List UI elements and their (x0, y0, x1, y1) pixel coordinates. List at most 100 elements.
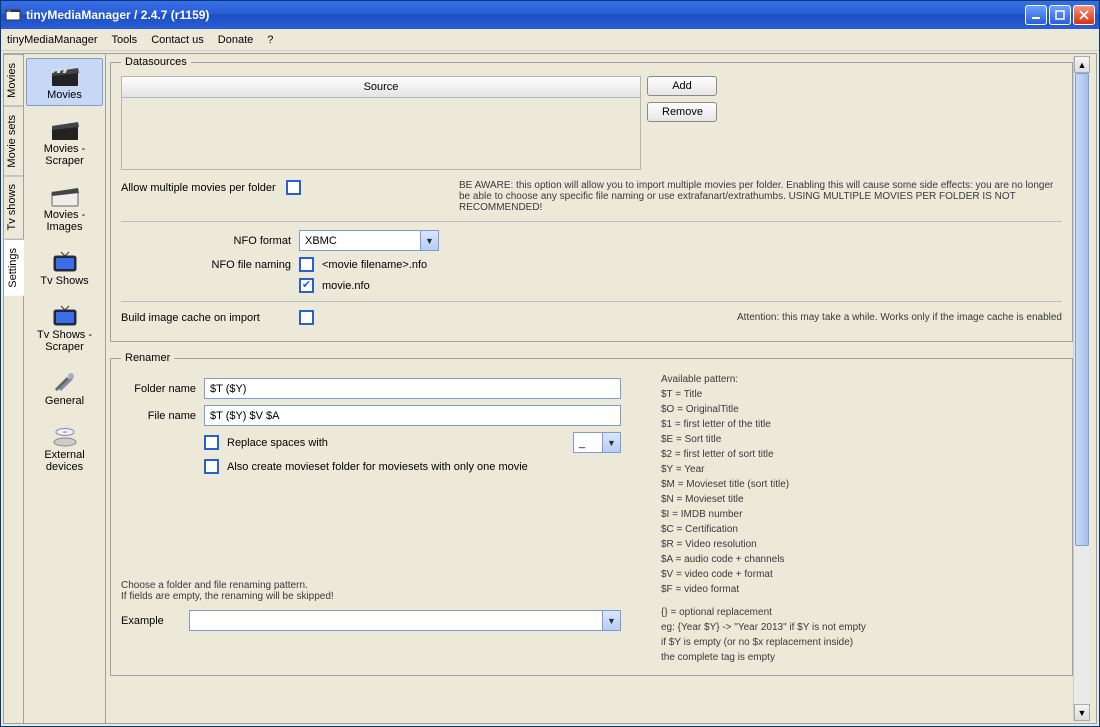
example-select[interactable]: ▼ (189, 610, 621, 631)
clapper-icon (49, 117, 81, 143)
nfo-opt1-label: <movie filename>.nfo (322, 259, 427, 271)
renamer-legend: Renamer (121, 352, 174, 364)
example-label: Example (121, 615, 181, 627)
pattern-item: $C = Certification (661, 522, 866, 537)
menubar: tinyMediaManager Tools Contact us Donate… (1, 29, 1099, 51)
tools-icon (49, 369, 81, 395)
opt-hint: the complete tag is empty (661, 650, 866, 665)
sidebar-item-movies-scraper[interactable]: Movies - Scraper (26, 112, 103, 172)
sidebar-item-movies[interactable]: Movies (26, 58, 103, 106)
cache-note: Attention: this may take a while. Works … (737, 312, 1062, 323)
titlebar: tinyMediaManager / 2.4.7 (r1159) (1, 1, 1099, 29)
tv-icon (49, 303, 81, 329)
chevron-down-icon: ▼ (602, 611, 620, 630)
nfo-opt2-checkbox[interactable] (299, 278, 314, 293)
pattern-item: $F = video format (661, 582, 866, 597)
pattern-item: $R = Video resolution (661, 537, 866, 552)
nfo-format-value: XBMC (305, 235, 337, 247)
sidebar-item-label: General (45, 395, 84, 407)
tab-tvshows[interactable]: Tv shows (4, 175, 23, 238)
scroll-down-button[interactable]: ▼ (1074, 704, 1090, 721)
allow-multiple-label: Allow multiple movies per folder (121, 182, 276, 194)
replace-spaces-checkbox[interactable] (204, 435, 219, 450)
menu-item[interactable]: Contact us (151, 34, 204, 46)
sidebar-item-label: Movies - Images (29, 209, 100, 233)
tab-moviesets[interactable]: Movie sets (4, 106, 23, 176)
pattern-item: $A = audio code + channels (661, 552, 866, 567)
sidebar-item-label: Movies - Scraper (29, 143, 100, 167)
nfo-opt1-checkbox[interactable] (299, 257, 314, 272)
nfo-format-select[interactable]: XBMC ▼ (299, 230, 439, 251)
allow-multiple-checkbox[interactable] (286, 180, 301, 195)
opt-hint: eg: {Year $Y} -> "Year 2013" if $Y is no… (661, 620, 866, 635)
folder-name-input[interactable] (204, 378, 621, 399)
cache-label: Build image cache on import (121, 312, 291, 324)
datasources-legend: Datasources (121, 56, 191, 68)
app-icon (5, 7, 21, 23)
source-column-header: Source (121, 76, 641, 98)
sidebar-item-external-devices[interactable]: External devices (26, 418, 103, 478)
menu-item[interactable]: tinyMediaManager (7, 34, 98, 46)
pattern-item: $1 = first letter of the title (661, 417, 866, 432)
allow-multiple-warning: BE AWARE: this option will allow you to … (459, 180, 1062, 213)
pattern-item: $V = video code + format (661, 567, 866, 582)
also-create-checkbox[interactable] (204, 459, 219, 474)
sidebar-item-general[interactable]: General (26, 364, 103, 412)
renamer-hint1: Choose a folder and file renaming patter… (121, 580, 621, 591)
datasources-group: Datasources Source Add Remove (110, 56, 1073, 342)
pattern-item: $M = Movieset title (sort title) (661, 477, 866, 492)
clapper-icon (49, 183, 81, 209)
remove-button[interactable]: Remove (647, 102, 717, 122)
sidebar-item-tvshows-scraper[interactable]: Tv Shows - Scraper (26, 298, 103, 358)
disc-icon (49, 423, 81, 449)
menu-item[interactable]: Donate (218, 34, 253, 46)
opt-hint: {} = optional replacement (661, 605, 866, 620)
source-list[interactable] (121, 98, 641, 170)
left-tabs: Movies Movie sets Tv shows Settings (4, 54, 24, 723)
nfo-format-label: NFO format (121, 235, 291, 247)
chevron-down-icon: ▼ (602, 433, 620, 452)
pattern-item: $O = OriginalTitle (661, 402, 866, 417)
file-name-label: File name (121, 410, 196, 422)
menu-item[interactable]: Tools (112, 34, 138, 46)
vertical-scrollbar[interactable]: ▲ ▼ (1073, 56, 1090, 721)
menu-item[interactable]: ? (267, 34, 273, 46)
tab-movies[interactable]: Movies (4, 54, 23, 106)
sidebar-item-label: External devices (29, 449, 100, 473)
sidebar-item-movies-images[interactable]: Movies - Images (26, 178, 103, 238)
cache-checkbox[interactable] (299, 310, 314, 325)
pattern-item: $T = Title (661, 387, 866, 402)
tv-icon (49, 249, 81, 275)
sidebar-item-label: Tv Shows (40, 275, 88, 287)
scrollbar-thumb[interactable] (1075, 73, 1089, 546)
replace-spaces-label: Replace spaces with (227, 437, 328, 449)
sidebar-item-label: Tv Shows - Scraper (29, 329, 100, 353)
pattern-item: $E = Sort title (661, 432, 866, 447)
sidebar-item-tvshows[interactable]: Tv Shows (26, 244, 103, 292)
renamer-group: Renamer Folder name File name (110, 352, 1073, 676)
pattern-item: $Y = Year (661, 462, 866, 477)
renamer-hint2: If fields are empty, the renaming will b… (121, 591, 621, 602)
replace-char-select[interactable]: _ ▼ (573, 432, 621, 453)
file-name-input[interactable] (204, 405, 621, 426)
folder-name-label: Folder name (121, 383, 196, 395)
nfo-filenaming-label: NFO file naming (121, 259, 291, 271)
add-button[interactable]: Add (647, 76, 717, 96)
pattern-item: $N = Movieset title (661, 492, 866, 507)
settings-sidenav: Movies Movies - Scraper Movies - Images … (24, 54, 106, 723)
tab-settings[interactable]: Settings (4, 239, 24, 296)
chevron-down-icon: ▼ (420, 231, 438, 250)
pattern-list: Available pattern: $T = Title $O = Origi… (661, 372, 866, 665)
nfo-opt2-label: movie.nfo (322, 280, 370, 292)
maximize-button[interactable] (1049, 5, 1071, 25)
clapper-icon (49, 63, 81, 89)
minimize-button[interactable] (1025, 5, 1047, 25)
pattern-header: Available pattern: (661, 372, 866, 387)
scroll-up-button[interactable]: ▲ (1074, 56, 1090, 73)
pattern-item: $I = IMDB number (661, 507, 866, 522)
pattern-item: $2 = first letter of sort title (661, 447, 866, 462)
close-button[interactable] (1073, 5, 1095, 25)
also-create-label: Also create movieset folder for movieset… (227, 461, 528, 473)
replace-char-value: _ (579, 437, 585, 449)
window-title: tinyMediaManager / 2.4.7 (r1159) (26, 8, 209, 22)
